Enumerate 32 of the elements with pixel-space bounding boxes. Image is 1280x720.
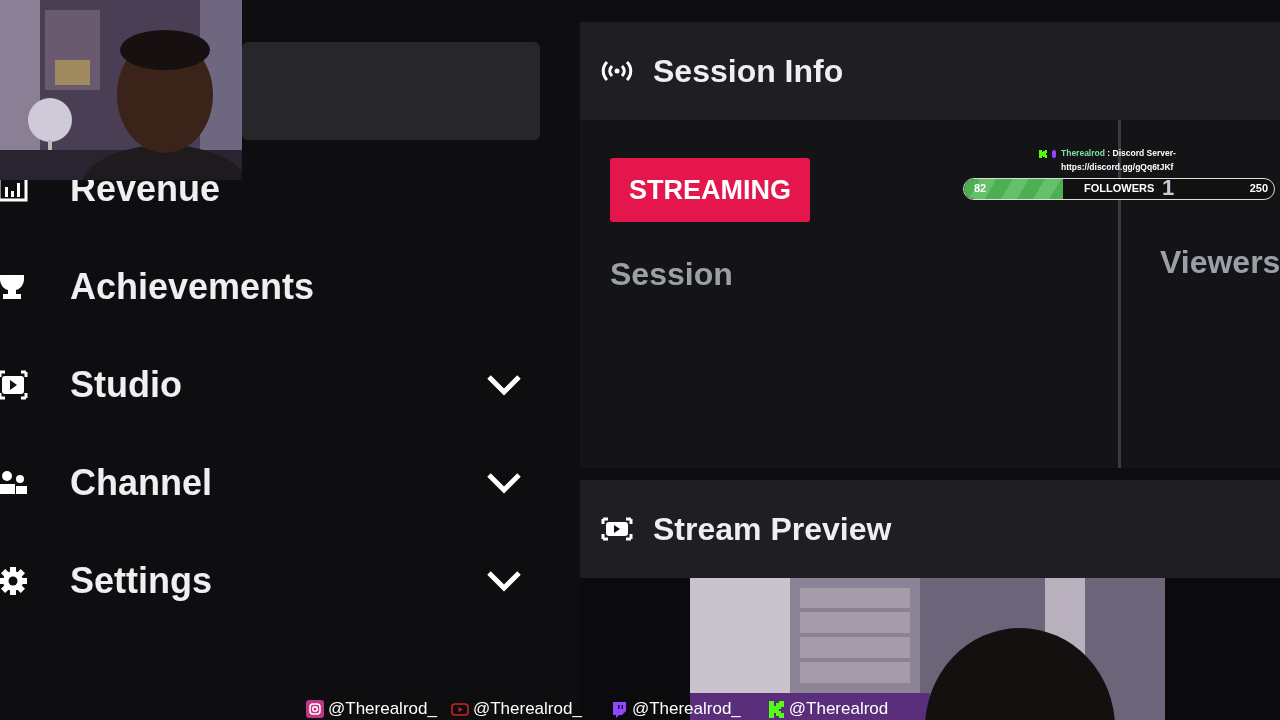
sidebar-item[interactable]: Settings bbox=[0, 532, 540, 630]
panel-title: Session Info bbox=[653, 52, 844, 90]
goal-label: FOLLOWERS bbox=[1084, 182, 1155, 194]
overlay-digit: 1 bbox=[1162, 176, 1175, 200]
status-badge: STREAMING bbox=[610, 158, 810, 222]
sidebar-item[interactable]: Studio bbox=[0, 336, 540, 434]
kick-icon bbox=[766, 700, 785, 718]
goal-current: 82 bbox=[974, 182, 987, 194]
social-handle: @Therealrod_ bbox=[472, 699, 582, 719]
stat-label: Viewers bbox=[1160, 244, 1280, 281]
broadcast-icon bbox=[600, 59, 634, 83]
youtube-icon bbox=[450, 700, 469, 718]
chevron-down-icon[interactable] bbox=[486, 472, 522, 494]
panel-title: Stream Preview bbox=[653, 510, 892, 548]
badge-icon bbox=[1050, 150, 1058, 158]
sidebar-item-label: Achievements bbox=[70, 266, 316, 308]
video-icon bbox=[600, 517, 634, 541]
sidebar-item[interactable]: Channel bbox=[0, 434, 540, 532]
sidebar-item-label: Studio bbox=[70, 364, 183, 406]
kick-icon bbox=[1039, 150, 1047, 158]
sidebar-item-label: Channel bbox=[70, 462, 213, 504]
chat-message: Therealrod : Discord Server- https://discord.gg/gQq6tJKf bbox=[1061, 147, 1177, 174]
goal-target: 250 bbox=[1249, 182, 1268, 194]
chevron-down-icon[interactable] bbox=[486, 374, 522, 396]
sidebar-item-label: Settings bbox=[70, 560, 213, 602]
chevron-down-icon[interactable] bbox=[486, 570, 522, 592]
social-handle: @Therealrod_ bbox=[631, 699, 741, 719]
social-handle: @Therealrod_ bbox=[328, 699, 437, 719]
instagram-icon bbox=[306, 700, 324, 718]
sidebar-item[interactable]: Achievements bbox=[0, 238, 540, 336]
social-handle: @Therealrod bbox=[788, 699, 889, 719]
stat-label: Session bbox=[610, 256, 733, 293]
